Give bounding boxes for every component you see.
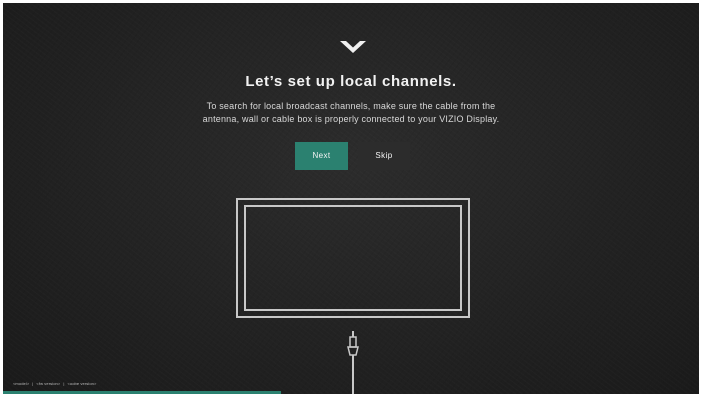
instructions-line-2: antenna, wall or cable box is properly c… <box>202 114 500 124</box>
version-info: <model> | <fw version> | <oobe version> <box>13 381 99 386</box>
fw-version-label: <fw version> <box>36 381 61 386</box>
oobe-version-label: <oobe version> <box>67 381 97 386</box>
skip-button[interactable]: Skip <box>358 142 410 170</box>
tv-with-cable-icon <box>236 198 470 394</box>
model-label: <model> <box>13 381 30 386</box>
page-title: Let’s set up local channels. <box>245 73 457 90</box>
setup-screen: Let’s set up local channels. To search f… <box>3 3 699 394</box>
next-button[interactable]: Next <box>295 142 348 170</box>
setup-progress-bar <box>3 391 699 394</box>
setup-progress-fill <box>3 391 282 394</box>
instructions-line-1: To search for local broadcast channels, … <box>206 101 496 111</box>
separator: | <box>63 381 65 386</box>
vizio-v-icon <box>340 41 366 53</box>
separator: | <box>32 381 34 386</box>
instructions-text: To search for local broadcast channels, … <box>3 100 699 126</box>
